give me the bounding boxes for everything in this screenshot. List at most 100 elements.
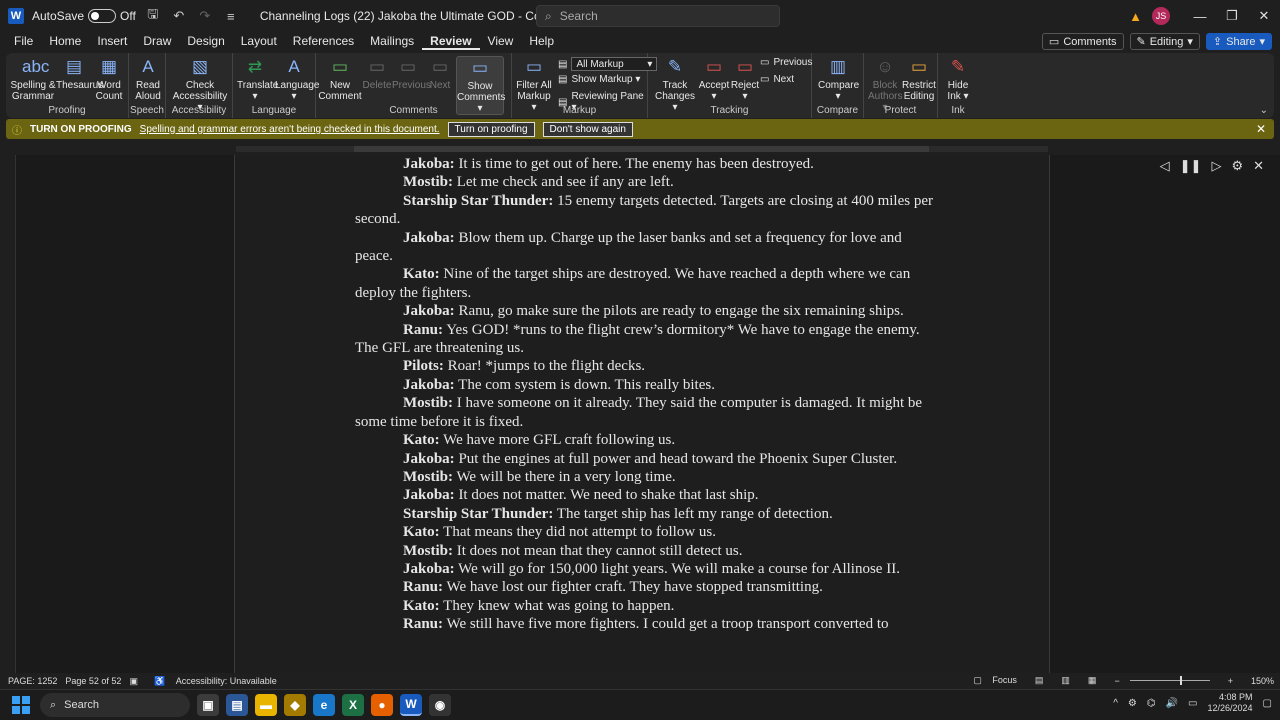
- new-comment-button[interactable]: ▭ New Comment: [318, 56, 362, 102]
- read-mode-icon[interactable]: ▤: [1035, 675, 1044, 686]
- previous-comment-button[interactable]: ▭ Previous: [392, 56, 431, 91]
- document-paragraph[interactable]: Kato: That means they did not attempt to…: [355, 523, 935, 541]
- document-paragraph[interactable]: Jakoba: Blow them up. Charge up the lase…: [355, 229, 935, 266]
- save-icon[interactable]: 🖫: [144, 5, 162, 27]
- tab-references[interactable]: References: [285, 34, 362, 50]
- share-button[interactable]: ⇪ Share ▾: [1205, 33, 1272, 50]
- comments-button[interactable]: ▭ Comments: [1041, 33, 1124, 50]
- next-change-button[interactable]: ▭ Next: [760, 74, 794, 85]
- proofing-status-icon[interactable]: ▣: [129, 676, 138, 687]
- notepad-icon[interactable]: ▤: [226, 694, 248, 716]
- reject-button[interactable]: ▭ Reject ▾: [730, 56, 760, 102]
- read-aloud-button[interactable]: A Read Aloud: [133, 56, 163, 102]
- page-number[interactable]: PAGE: 1252: [8, 676, 57, 686]
- zoom-slider[interactable]: [1129, 676, 1210, 685]
- accept-button[interactable]: ▭ Accept ▾: [698, 56, 730, 102]
- accessibility-status[interactable]: ♿ Accessibility: Unavailable: [146, 676, 277, 687]
- focus-button[interactable]: ▢ Focus: [965, 675, 1017, 686]
- tab-mailings[interactable]: Mailings: [362, 34, 422, 50]
- document-paragraph[interactable]: Mostib: I have someone on it already. Th…: [355, 394, 935, 431]
- show-markup-button[interactable]: ▤ Show Markup ▾: [558, 74, 640, 85]
- volume-icon[interactable]: 🔊: [1166, 698, 1178, 709]
- notifications-icon[interactable]: ▢: [1263, 698, 1272, 709]
- search-box[interactable]: ⌕ Search: [536, 5, 780, 27]
- horizontal-ruler[interactable]: [0, 143, 1280, 155]
- taskbar-search[interactable]: ⌕ Search: [40, 693, 190, 717]
- document-paragraph[interactable]: Jakoba: The com system is down. This rea…: [355, 376, 935, 394]
- editing-mode-button[interactable]: ✎ Editing ▾: [1129, 33, 1200, 50]
- document-paragraph[interactable]: Ranu: We have lost our fighter craft. Th…: [355, 578, 935, 596]
- document-page[interactable]: Jakoba: It is time to get out of here. T…: [234, 155, 1050, 673]
- tab-home[interactable]: Home: [41, 34, 89, 50]
- document-paragraph[interactable]: Starship Star Thunder: The target ship h…: [355, 505, 935, 523]
- edge-icon[interactable]: e: [313, 694, 335, 716]
- previous-change-button[interactable]: ▭ Previous: [760, 57, 812, 68]
- redo-icon[interactable]: ↷: [196, 8, 214, 24]
- firefox-icon[interactable]: ●: [371, 694, 393, 716]
- tab-layout[interactable]: Layout: [233, 34, 285, 50]
- battery-icon[interactable]: ▭: [1188, 698, 1197, 709]
- clock[interactable]: 4:08 PM 12/26/2024: [1208, 692, 1253, 714]
- close-icon[interactable]: ✕: [1253, 158, 1264, 174]
- document-paragraph[interactable]: Jakoba: Ranu, go make sure the pilots ar…: [355, 302, 935, 320]
- print-layout-icon[interactable]: ▥: [1061, 675, 1070, 686]
- undo-icon[interactable]: ↶: [170, 8, 188, 24]
- tab-draw[interactable]: Draw: [135, 34, 179, 50]
- excel-icon[interactable]: X: [342, 694, 364, 716]
- document-paragraph[interactable]: Starship Star Thunder: 15 enemy targets …: [355, 192, 935, 229]
- spelling-grammar-button[interactable]: abc Spelling & Grammar: [10, 56, 56, 102]
- display-for-review-dropdown[interactable]: ▤ All Markup ▾: [558, 57, 658, 71]
- turn-on-proofing-button[interactable]: Turn on proofing: [447, 121, 535, 137]
- tab-view[interactable]: View: [480, 34, 522, 50]
- infobar-message[interactable]: Spelling and grammar errors aren't being…: [140, 124, 440, 135]
- web-layout-icon[interactable]: ▦: [1088, 675, 1097, 686]
- chevron-up-icon[interactable]: ^: [1113, 698, 1118, 709]
- compare-button[interactable]: ▥ Compare ▾: [818, 56, 859, 102]
- document-paragraph[interactable]: Jakoba: Put the engines at full power an…: [355, 450, 935, 468]
- restore-icon[interactable]: ❐: [1216, 8, 1248, 24]
- vertical-ruler[interactable]: [0, 155, 16, 673]
- document-paragraph[interactable]: Mostib: We will be there in a very long …: [355, 468, 935, 486]
- tab-file[interactable]: File: [6, 34, 41, 50]
- autosave-toggle[interactable]: AutoSave Off: [32, 9, 136, 23]
- translate-button[interactable]: ⇄ Translate ▾: [237, 56, 278, 102]
- document-body[interactable]: Jakoba: It is time to get out of here. T…: [355, 155, 935, 634]
- document-paragraph[interactable]: Mostib: It does not mean that they canno…: [355, 542, 935, 560]
- settings-icon[interactable]: ⚙: [1128, 698, 1137, 709]
- network-icon[interactable]: ⌬: [1147, 698, 1156, 709]
- warning-icon[interactable]: ▲: [1129, 9, 1142, 24]
- windows-start-icon[interactable]: [12, 696, 30, 714]
- next-comment-button[interactable]: ▭ Next: [426, 56, 454, 91]
- close-icon[interactable]: ✕: [1256, 122, 1266, 136]
- pause-icon[interactable]: ❚❚: [1180, 158, 1202, 174]
- page-count[interactable]: Page 52 of 52: [65, 676, 121, 686]
- app-icon[interactable]: ◆: [284, 694, 306, 716]
- document-paragraph[interactable]: Kato: They knew what was going to happen…: [355, 597, 935, 615]
- hide-ink-button[interactable]: ✎ Hide Ink ▾: [942, 56, 974, 102]
- voice-settings-icon[interactable]: ⚙: [1231, 158, 1243, 174]
- close-icon[interactable]: ✕: [1248, 8, 1280, 24]
- restrict-editing-button[interactable]: ▭ Restrict Editing: [902, 56, 936, 102]
- document-paragraph[interactable]: Ranu: Yes GOD! *runs to the flight crew’…: [355, 321, 935, 358]
- next-paragraph-icon[interactable]: ▷: [1211, 158, 1221, 174]
- document-paragraph[interactable]: Kato: We have more GFL craft following u…: [355, 431, 935, 449]
- zoom-in-icon[interactable]: +: [1228, 676, 1233, 686]
- dont-show-again-button[interactable]: Don't show again: [542, 121, 633, 137]
- language-button[interactable]: A Language ▾: [275, 56, 320, 102]
- document-paragraph[interactable]: Jakoba: We will go for 150,000 light yea…: [355, 560, 935, 578]
- word-count-button[interactable]: ▦ Word Count: [94, 56, 124, 102]
- document-paragraph[interactable]: Jakoba: It is time to get out of here. T…: [355, 155, 935, 173]
- tab-design[interactable]: Design: [179, 34, 232, 50]
- delete-comment-button[interactable]: ▭ Delete: [362, 56, 392, 91]
- document-paragraph[interactable]: Mostib: Let me check and see if any are …: [355, 173, 935, 191]
- zoom-level[interactable]: 150%: [1251, 676, 1274, 686]
- document-paragraph[interactable]: Pilots: Roar! *jumps to the flight decks…: [355, 357, 935, 375]
- customize-toolbar-icon[interactable]: ≡: [222, 9, 240, 24]
- word-taskbar-icon[interactable]: W: [400, 694, 422, 716]
- document-paragraph[interactable]: Jakoba: It does not matter. We need to s…: [355, 486, 935, 504]
- task-view-icon[interactable]: ▣: [197, 694, 219, 716]
- minimize-icon[interactable]: —: [1184, 9, 1216, 24]
- tab-help[interactable]: Help: [521, 34, 562, 50]
- tab-review[interactable]: Review: [422, 34, 480, 50]
- avatar[interactable]: JS: [1152, 7, 1170, 25]
